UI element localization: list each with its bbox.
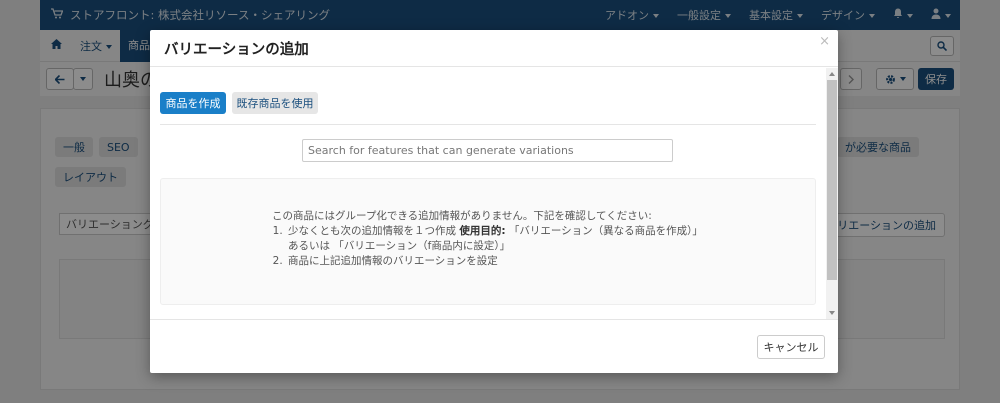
dialog-scrollbar[interactable] (826, 68, 838, 319)
dialog-title: バリエーションの追加 (164, 42, 309, 58)
info-item-1: 少なくとも次の追加情報を１つ作成 使用目的: 「バリエーション（異なる商品を作成… (286, 224, 712, 254)
scrollbar-thumb[interactable] (827, 80, 837, 280)
dialog-body: 商品を作成 既存商品を使用 この商品にはグループ化できる追加情報がありません。下… (150, 68, 826, 319)
use-existing-product-button[interactable]: 既存商品を使用 (232, 92, 318, 114)
create-product-button[interactable]: 商品を作成 (160, 92, 226, 114)
info-intro: この商品にはグループ化できる追加情報がありません。下記を確認してください: (272, 210, 652, 222)
close-icon[interactable]: × (819, 34, 830, 49)
info-message-box: この商品にはグループ化できる追加情報がありません。下記を確認してください: 少な… (160, 178, 816, 305)
divider (160, 124, 816, 125)
cancel-button[interactable]: キャンセル (757, 335, 825, 359)
info-item-2: 商品に上記追加情報のバリエーションを設定 (286, 254, 712, 269)
info-message: この商品にはグループ化できる追加情報がありません。下記を確認してください: 少な… (272, 209, 712, 269)
dialog-footer: キャンセル (150, 319, 838, 373)
dialog-header: バリエーションの追加 × (150, 30, 838, 67)
feature-search-input[interactable] (302, 139, 673, 162)
add-variation-dialog: バリエーションの追加 × 商品を作成 既存商品を使用 この商品にはグループ化でき… (150, 30, 838, 373)
scroll-up-icon[interactable] (829, 72, 835, 76)
scroll-down-icon[interactable] (829, 311, 835, 315)
